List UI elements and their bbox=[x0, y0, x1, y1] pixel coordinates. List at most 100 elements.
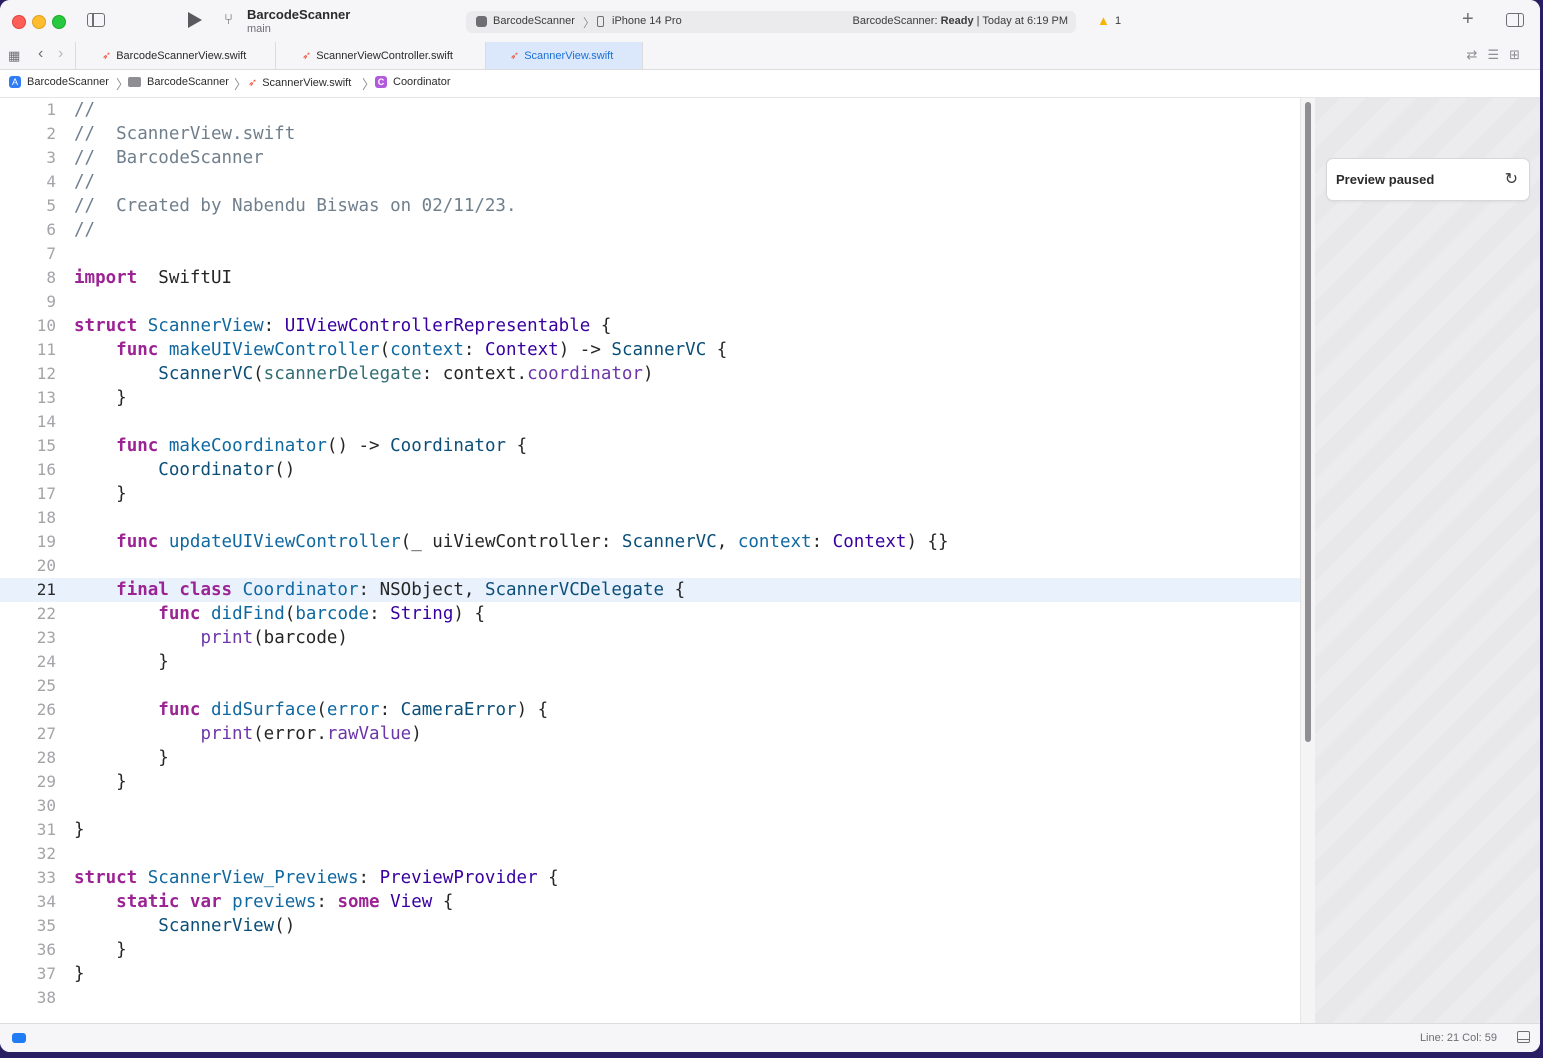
code-line[interactable]: 31} bbox=[0, 818, 1300, 842]
debug-area-toggle-icon[interactable] bbox=[12, 1033, 26, 1043]
line-number[interactable]: 7 bbox=[0, 242, 56, 266]
editor-options-icons[interactable]: ⇄☰⊞ bbox=[1467, 47, 1530, 63]
line-number[interactable]: 21 bbox=[0, 578, 56, 602]
code-line[interactable]: 27 print(error.rawValue) bbox=[0, 722, 1300, 746]
code-line[interactable]: 29 } bbox=[0, 770, 1300, 794]
tab-scannerviewcontroller[interactable]: ➶ ScannerViewController.swift bbox=[276, 42, 486, 69]
code-line[interactable]: 17 } bbox=[0, 482, 1300, 506]
minimize-window-button[interactable] bbox=[32, 15, 46, 29]
code-text[interactable]: // BarcodeScanner bbox=[74, 146, 264, 170]
warning-count[interactable]: 1 bbox=[1115, 15, 1121, 27]
back-chevron-icon[interactable]: ‹ bbox=[38, 45, 43, 63]
run-icon[interactable] bbox=[188, 12, 202, 28]
line-number[interactable]: 38 bbox=[0, 986, 56, 1010]
branch-name[interactable]: main bbox=[247, 23, 271, 35]
line-number[interactable]: 18 bbox=[0, 506, 56, 530]
code-line[interactable]: 36 } bbox=[0, 938, 1300, 962]
code-line[interactable]: 10 struct ScannerView: UIViewControllerRe… bbox=[0, 314, 1300, 338]
line-number[interactable]: 16 bbox=[0, 458, 56, 482]
add-library-icon[interactable]: + bbox=[1462, 8, 1474, 31]
line-number[interactable]: 11 bbox=[0, 338, 56, 362]
code-line[interactable]: 1 // bbox=[0, 98, 1300, 122]
breadcrumb-file[interactable]: ➶ ScannerView.swift bbox=[248, 76, 351, 90]
line-number[interactable]: 22 bbox=[0, 602, 56, 626]
code-line[interactable]: 23 print(barcode) bbox=[0, 626, 1300, 650]
code-line[interactable]: 24 } bbox=[0, 650, 1300, 674]
code-text[interactable]: } bbox=[74, 386, 127, 410]
line-number[interactable]: 30 bbox=[0, 794, 56, 818]
code-text[interactable]: print(barcode) bbox=[74, 626, 348, 650]
code-line[interactable]: 3 // BarcodeScanner bbox=[0, 146, 1300, 170]
warning-icon[interactable]: ▲ bbox=[1097, 13, 1110, 28]
navigator-toggle-icon[interactable] bbox=[87, 13, 105, 27]
code-text[interactable]: func didSurface(error: CameraError) { bbox=[74, 698, 548, 722]
code-line[interactable]: 18 bbox=[0, 506, 1300, 530]
code-text[interactable]: // bbox=[74, 170, 95, 194]
source-editor[interactable]: 1 // 2 // ScannerView.swift 3 // BarcodeScann… bbox=[0, 98, 1300, 1023]
code-text[interactable]: ScannerView() bbox=[74, 914, 295, 938]
code-line[interactable]: 19 func updateUIViewController(_ uiViewC… bbox=[0, 530, 1300, 554]
line-number[interactable]: 1 bbox=[0, 98, 56, 122]
line-number[interactable]: 32 bbox=[0, 842, 56, 866]
code-text[interactable]: struct ScannerView: UIViewControllerRepr… bbox=[74, 314, 611, 338]
code-line[interactable]: 38 bbox=[0, 986, 1300, 1010]
code-line[interactable]: 14 bbox=[0, 410, 1300, 434]
tab-scannerview[interactable]: ➶ ScannerView.swift bbox=[486, 42, 643, 69]
code-line[interactable]: 8 import SwiftUI bbox=[0, 266, 1300, 290]
scrollbar-thumb[interactable] bbox=[1305, 102, 1311, 742]
code-line[interactable]: 11 func makeUIViewController(context: Co… bbox=[0, 338, 1300, 362]
inspector-toggle-icon[interactable] bbox=[1506, 13, 1524, 27]
line-number[interactable]: 31 bbox=[0, 818, 56, 842]
code-line[interactable]: 34 static var previews: some View { bbox=[0, 890, 1300, 914]
code-text[interactable]: print(error.rawValue) bbox=[74, 722, 421, 746]
line-number[interactable]: 2 bbox=[0, 122, 56, 146]
code-text[interactable]: // bbox=[74, 98, 95, 122]
code-line[interactable]: 33 struct ScannerView_Previews: PreviewPr… bbox=[0, 866, 1300, 890]
tab-barcodescannerview[interactable]: ➶ BarcodeScannerView.swift bbox=[75, 42, 276, 69]
forward-chevron-icon[interactable]: › bbox=[58, 45, 63, 63]
code-text[interactable]: func didFind(barcode: String) { bbox=[74, 602, 485, 626]
line-number[interactable]: 33 bbox=[0, 866, 56, 890]
breadcrumb-symbol[interactable]: C Coordinator bbox=[375, 76, 450, 88]
code-line[interactable]: 21 final class Coordinator: NSObject, Sc… bbox=[0, 578, 1300, 602]
code-text[interactable]: } bbox=[74, 938, 127, 962]
code-text[interactable]: import SwiftUI bbox=[74, 266, 232, 290]
line-number[interactable]: 8 bbox=[0, 266, 56, 290]
code-line[interactable]: 26 func didSurface(error: CameraError) { bbox=[0, 698, 1300, 722]
code-text[interactable]: func makeUIViewController(context: Conte… bbox=[74, 338, 727, 362]
project-name[interactable]: BarcodeScanner bbox=[247, 7, 350, 22]
line-number[interactable]: 20 bbox=[0, 554, 56, 578]
line-number[interactable]: 13 bbox=[0, 386, 56, 410]
code-line[interactable]: 13 } bbox=[0, 386, 1300, 410]
code-text[interactable]: } bbox=[74, 770, 127, 794]
line-number[interactable]: 12 bbox=[0, 362, 56, 386]
code-line[interactable]: 12 ScannerVC(scannerDelegate: context.co… bbox=[0, 362, 1300, 386]
line-number[interactable]: 37 bbox=[0, 962, 56, 986]
code-line[interactable]: 5 // Created by Nabendu Biswas on 02/11/2… bbox=[0, 194, 1300, 218]
code-text[interactable]: Coordinator() bbox=[74, 458, 295, 482]
code-line[interactable]: 28 } bbox=[0, 746, 1300, 770]
breadcrumb-project[interactable]: A BarcodeScanner bbox=[9, 76, 109, 88]
line-number[interactable]: 28 bbox=[0, 746, 56, 770]
code-line[interactable]: 30 bbox=[0, 794, 1300, 818]
scheme-selector[interactable]: BarcodeScanner bbox=[493, 15, 575, 27]
code-line[interactable]: 16 Coordinator() bbox=[0, 458, 1300, 482]
line-number[interactable]: 26 bbox=[0, 698, 56, 722]
breadcrumb-folder[interactable]: BarcodeScanner bbox=[128, 76, 229, 88]
code-line[interactable]: 9 bbox=[0, 290, 1300, 314]
code-line[interactable]: 25 bbox=[0, 674, 1300, 698]
editor-scrollbar[interactable] bbox=[1300, 98, 1315, 1023]
line-number[interactable]: 15 bbox=[0, 434, 56, 458]
zoom-window-button[interactable] bbox=[52, 15, 66, 29]
code-text[interactable]: } bbox=[74, 962, 85, 986]
line-number[interactable]: 23 bbox=[0, 626, 56, 650]
code-text[interactable]: } bbox=[74, 818, 85, 842]
line-number[interactable]: 10 bbox=[0, 314, 56, 338]
code-text[interactable]: static var previews: some View { bbox=[74, 890, 453, 914]
code-text[interactable]: } bbox=[74, 746, 169, 770]
code-text[interactable]: ScannerVC(scannerDelegate: context.coord… bbox=[74, 362, 653, 386]
code-line[interactable]: 35 ScannerView() bbox=[0, 914, 1300, 938]
device-selector[interactable]: iPhone 14 Pro bbox=[612, 15, 682, 27]
line-number[interactable]: 29 bbox=[0, 770, 56, 794]
line-number[interactable]: 6 bbox=[0, 218, 56, 242]
